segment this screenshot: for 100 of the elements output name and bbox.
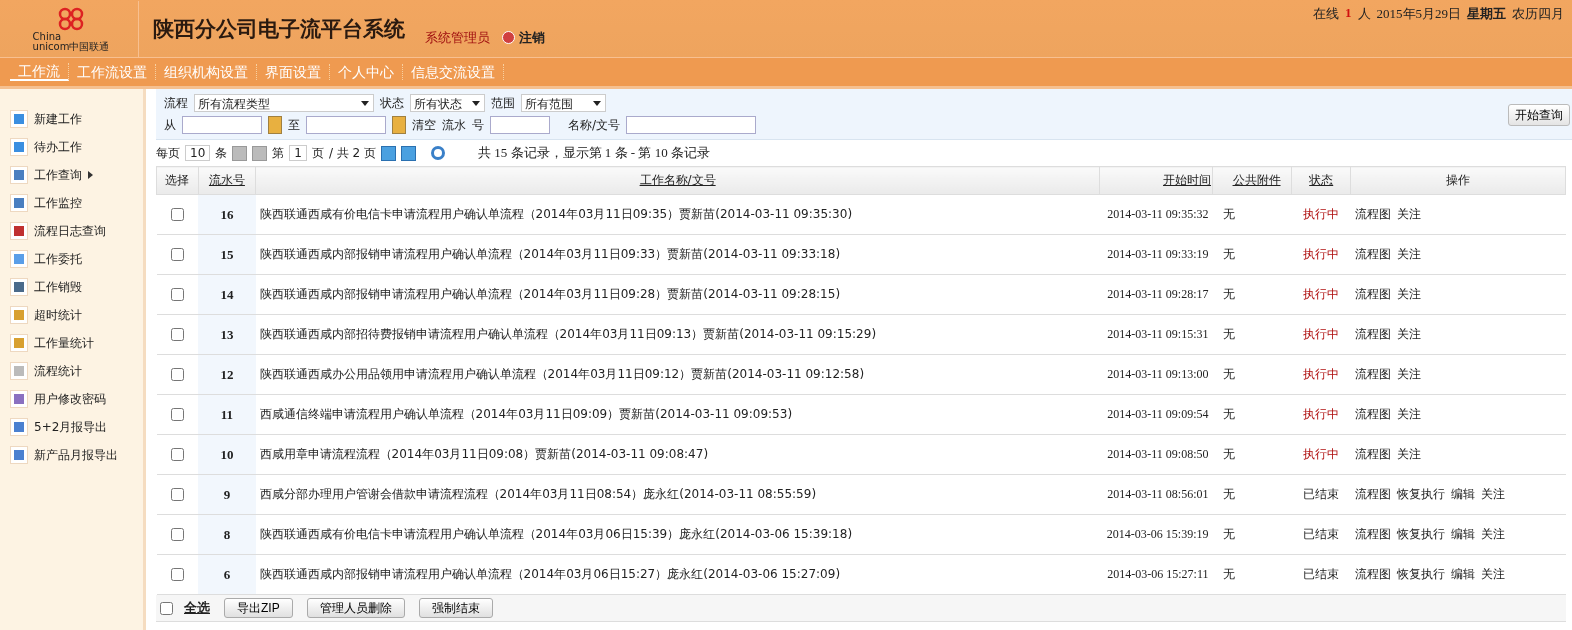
sidebar-item[interactable]: 流程统计 (0, 357, 143, 385)
action-link[interactable]: 关注 (1480, 487, 1505, 501)
action-link[interactable]: 流程图 (1354, 527, 1391, 541)
column-header[interactable]: 公共附件 (1212, 166, 1292, 195)
sidebar-item[interactable]: 5+2月报导出 (0, 413, 143, 441)
action-link[interactable]: 流程图 (1354, 567, 1391, 581)
column-header[interactable]: 状态 (1291, 166, 1351, 195)
row-checkbox[interactable] (171, 448, 185, 461)
action-link[interactable]: 恢复执行 (1396, 527, 1445, 541)
per-page-label: 每页 (156, 144, 180, 162)
column-header[interactable]: 开始时间 (1099, 166, 1213, 195)
column-header[interactable]: 流水号 (198, 166, 256, 195)
status-text: 执行中 (1303, 207, 1340, 221)
action-link[interactable]: 关注 (1396, 407, 1421, 421)
action-link[interactable]: 恢复执行 (1396, 567, 1445, 581)
action-link[interactable]: 流程图 (1354, 487, 1391, 501)
action-link[interactable]: 关注 (1396, 287, 1421, 301)
sidebar-item[interactable]: 新建工作 (0, 105, 143, 133)
action-link[interactable]: 关注 (1396, 367, 1421, 381)
action-link[interactable]: 关注 (1396, 447, 1421, 461)
action-link[interactable]: 关注 (1396, 247, 1421, 261)
footer-button[interactable]: 强制结束 (418, 598, 493, 618)
attachment-cell: 无 (1212, 434, 1292, 475)
logo-drawing: China unicom中国联通 (16, 3, 126, 54)
row-checkbox[interactable] (171, 208, 185, 221)
action-link[interactable]: 流程图 (1354, 207, 1391, 221)
row-checkbox[interactable] (171, 568, 185, 581)
user-name: 系统管理员 (425, 28, 490, 47)
sidebar-item[interactable]: 新产品月报导出 (0, 441, 143, 469)
attachment-cell: 无 (1212, 554, 1292, 595)
sidebar-item[interactable]: 流程日志查询 (0, 217, 143, 245)
name-field[interactable] (626, 116, 757, 134)
serial-number: 9 (198, 474, 256, 515)
sidebar-item[interactable]: 工作监控 (0, 189, 143, 217)
per-page-field[interactable]: 10 (185, 145, 211, 161)
attachment-cell: 无 (1212, 194, 1292, 235)
action-link[interactable]: 编辑 (1450, 527, 1475, 541)
status-text: 执行中 (1303, 327, 1340, 341)
sidebar-item[interactable]: 工作销毁 (0, 273, 143, 301)
row-checkbox[interactable] (171, 328, 185, 341)
flow-select[interactable]: 所有流程类型 (194, 94, 374, 112)
action-link[interactable]: 恢复执行 (1396, 487, 1445, 501)
row-checkbox[interactable] (171, 408, 185, 421)
action-link[interactable]: 流程图 (1354, 287, 1391, 301)
weekday-text: 星期五 (1467, 5, 1506, 23)
start-time: 2014-03-11 09:35:32 (1099, 194, 1213, 235)
start-time: 2014-03-11 09:09:54 (1099, 394, 1213, 435)
column-header: 选择 (156, 166, 199, 195)
status-text: 执行中 (1303, 407, 1340, 421)
to-date-field[interactable] (306, 116, 386, 134)
sidebar-item[interactable]: 工作量统计 (0, 329, 143, 357)
attachment-cell: 无 (1212, 274, 1292, 315)
serial-label: 流水 (442, 116, 466, 134)
action-link[interactable]: 流程图 (1354, 407, 1391, 421)
serial-number: 11 (198, 394, 256, 435)
action-link[interactable]: 关注 (1396, 327, 1421, 341)
page-field[interactable]: 1 (289, 145, 307, 161)
sidebar-item[interactable]: 待办工作 (0, 133, 143, 161)
action-link[interactable]: 关注 (1480, 527, 1505, 541)
row-checkbox[interactable] (171, 368, 185, 381)
action-link[interactable]: 流程图 (1354, 247, 1391, 261)
footer-button[interactable]: 管理人员删除 (306, 598, 405, 618)
sidebar-item[interactable]: 超时统计 (0, 301, 143, 329)
attachment-cell: 无 (1212, 514, 1292, 555)
logout-link[interactable]: 注销 (502, 28, 545, 47)
to-label: 至 (288, 116, 300, 134)
status-text: 执行中 (1303, 367, 1340, 381)
action-link[interactable]: 编辑 (1450, 567, 1475, 581)
status-text: 执行中 (1303, 247, 1340, 261)
sidebar-item[interactable]: 工作查询 (0, 161, 143, 189)
sidebar-item[interactable]: 用户修改密码 (0, 385, 143, 413)
serial-number: 8 (198, 514, 256, 555)
search-button[interactable]: 开始查询 (1508, 104, 1570, 126)
scope-select[interactable]: 所有范围 (521, 94, 606, 112)
page-prefix: 第 (272, 144, 285, 162)
column-header: 操作 (1350, 166, 1566, 195)
select-all-checkbox[interactable] (160, 601, 173, 615)
sidebar-item[interactable]: 工作委托 (0, 245, 143, 273)
serial-number: 13 (198, 314, 256, 355)
footer-button[interactable]: 导出ZIP (224, 598, 293, 618)
action-link[interactable]: 流程图 (1354, 367, 1391, 381)
action-link[interactable]: 编辑 (1450, 487, 1475, 501)
row-checkbox[interactable] (171, 288, 185, 301)
select-all-link[interactable]: 全选 (184, 599, 210, 617)
status-text: 执行中 (1303, 287, 1340, 301)
clear-link[interactable]: 清空 (412, 116, 436, 134)
name-label: 名称/文号 (568, 116, 621, 134)
column-header[interactable]: 工作名称/文号 (255, 166, 1100, 195)
action-link[interactable]: 关注 (1396, 207, 1421, 221)
action-link[interactable]: 关注 (1480, 567, 1505, 581)
scope-label: 范围 (491, 94, 515, 112)
row-checkbox[interactable] (171, 248, 185, 261)
row-checkbox[interactable] (171, 528, 185, 541)
action-link[interactable]: 流程图 (1354, 447, 1391, 461)
from-date-field[interactable] (182, 116, 262, 134)
action-link[interactable]: 流程图 (1354, 327, 1391, 341)
row-checkbox[interactable] (171, 488, 185, 501)
serial-field[interactable] (490, 116, 550, 134)
status-select[interactable]: 所有状态 (410, 94, 485, 112)
serial-number: 15 (198, 234, 256, 275)
